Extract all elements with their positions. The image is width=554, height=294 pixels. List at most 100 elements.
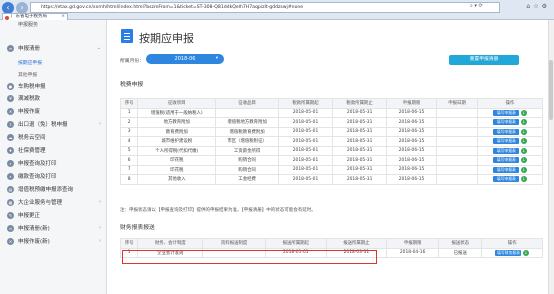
table-row: 4 城市维护建设税 市区（增值税附征） 2018-05-01 2018-05-31 201… (119, 136, 543, 147)
table-cell: 教育费附加 (137, 126, 217, 137)
table-cell: 增值税(适用于一般纳税人) (137, 107, 217, 118)
download-icon[interactable]: ↓ (520, 157, 527, 164)
sidebar-item-label: 申报更正 (18, 213, 41, 219)
highlight-box (122, 250, 377, 264)
sidebar-item-vehicle-tax[interactable]: ● 车购税申报 (0, 80, 106, 92)
sidebar-item-declaration-query[interactable]: ⌕ 申报查询及打印 (0, 157, 106, 169)
void-icon: ✕ (7, 107, 14, 115)
sidebar-item-label: 大企业服务与管理 (18, 200, 63, 206)
column-header: 资料报送制度 (202, 238, 266, 249)
download-icon[interactable]: ↓ (520, 166, 527, 173)
table-cell: 印花税 (137, 155, 217, 166)
tax-icon: ¥ (7, 94, 14, 102)
chevron-right-icon: › (99, 225, 101, 231)
chevron-right-icon: › (99, 238, 101, 244)
table-cell: 2018-06-15 (386, 107, 437, 118)
fill-declaration-button[interactable]: 填写申报表 (493, 138, 520, 145)
download-icon[interactable]: ↓ (522, 249, 529, 256)
tab-title: 广东省电子税务局 (11, 14, 47, 19)
address-tools[interactable]: ⌕ ▾ ⟳ (470, 3, 483, 9)
fill-declaration-button[interactable]: 填写申报表 (493, 166, 520, 173)
shield-icon: ♦ (7, 146, 14, 154)
sidebar-item-enterprise-service[interactable]: ▦ 大企业服务与管理 › (0, 196, 106, 208)
table-cell (215, 107, 279, 118)
download-icon[interactable]: ↓ (520, 147, 527, 154)
column-header: 征收品目 (215, 98, 279, 109)
sidebar-item-declaration-list[interactable]: ≡ 申报清册 ⌄ (0, 42, 106, 54)
table-cell: 1 (119, 107, 139, 118)
sidebar-item-label: 申报清册 (18, 46, 41, 52)
chevron-right-icon: › (99, 199, 101, 205)
table-cell: 城市维护建设税 (137, 136, 217, 147)
table-cell: 2018-06-15 (386, 136, 437, 147)
fill-declaration-button[interactable]: 填写申报表 (493, 128, 520, 135)
sidebar: 申报服务 ≡ 申报清册 ⌄ 按期应申报 其他申报 ● 车购税申报 ¥ 满减税款 … (0, 20, 107, 294)
table-cell: 个人所得税(代扣代缴) (137, 145, 217, 156)
table-cell: 2018-04-16 (386, 247, 440, 258)
table-cell: 2018-05-31 (332, 174, 388, 185)
sidebar-item-label: 满减税款 (18, 96, 41, 102)
table-cell: 2018-05-01 (277, 107, 334, 118)
sidebar-sub-scheduled[interactable]: 按期应申报 (18, 59, 42, 66)
sidebar-item-label: 出口退（免）税申报 (18, 122, 68, 128)
table-cell (435, 117, 479, 128)
table-cell: 增值税地方教育附加 (215, 117, 279, 128)
sidebar-item-export-refund[interactable]: ⇪ 出口退（免）税申报 › (0, 118, 106, 130)
table-cell: 2018-05-01 (277, 126, 334, 137)
fill-financial-report-button[interactable]: 填写财务报表 (495, 249, 522, 256)
fill-declaration-button[interactable]: 填写申报表 (493, 109, 520, 116)
fill-declaration-button[interactable]: 填写申报表 (493, 147, 520, 154)
vertical-scrollbar[interactable] (548, 20, 554, 294)
period-value: 2018-06 (174, 56, 196, 62)
download-icon[interactable]: ↓ (520, 138, 527, 145)
fill-declaration-button[interactable]: 填写申报表 (493, 176, 520, 183)
column-header: 报送所属期止 (325, 238, 388, 249)
sidebar-item-label: 车购税申报 (18, 84, 46, 90)
table-cell-actions: 填写申报表 ↓ (477, 126, 543, 137)
table-cell: 2018-05-31 (332, 164, 388, 175)
favicon-icon (5, 15, 9, 20)
sidebar-item-tax-reduction[interactable]: ¥ 满减税款 (0, 92, 106, 104)
table-cell: 2018-05-31 (332, 155, 388, 166)
download-icon[interactable]: ↓ (520, 128, 527, 135)
column-header: 操作 (477, 98, 543, 109)
sidebar-sub-other[interactable]: 其他申报 (18, 71, 37, 78)
table-cell: 2018-06-15 (386, 174, 437, 185)
browser-tab[interactable]: 广东省电子税务局 × (2, 13, 68, 20)
address-bar[interactable]: https://etax.gd.gov.cn/xxmh/html/index.h… (30, 2, 500, 13)
list-icon: ≡ (7, 224, 14, 232)
table-cell: 2018-06-15 (386, 155, 437, 166)
download-icon[interactable]: ↓ (520, 176, 527, 183)
sidebar-item-declaration-list-new[interactable]: ≡ 申报清册(新) › (0, 222, 106, 234)
download-icon[interactable]: ↓ (520, 119, 527, 126)
table-cell: 工会经费 (215, 174, 279, 185)
table-cell: 增值税教育费附加 (215, 126, 279, 137)
sidebar-item-vat-prepay[interactable]: ▤ 增值税预缴申报添查询 (0, 183, 106, 195)
browser-chrome: ‹ › https://etax.gd.gov.cn/xxmh/html/ind… (0, 0, 554, 20)
sidebar-item-social-security[interactable]: ♦ 社保费管理 (0, 144, 106, 156)
table-cell: 6 (119, 155, 139, 166)
table-cell (435, 155, 479, 166)
column-header: 税款所属期止 (332, 98, 388, 109)
table-cell: 市区（增值税附征） (215, 136, 279, 147)
table-cell: 2018-05-01 (277, 145, 334, 156)
sidebar-item-payment-query[interactable]: ⌕ 缴款查询及打印 (0, 170, 106, 182)
period-select[interactable]: 2018-06 ▾ (146, 54, 224, 64)
table-cell: 3 (119, 126, 139, 137)
column-header: 税款所属期起 (277, 98, 334, 109)
reset-declaration-list-button[interactable]: 重置申报清册 (449, 55, 519, 65)
fill-declaration-button[interactable]: 填写申报表 (493, 119, 520, 126)
sidebar-item-label: 社保费管理 (18, 148, 46, 154)
table-cell: 印花税 (137, 164, 217, 175)
scrollbar-thumb[interactable] (549, 60, 553, 120)
window-controls[interactable]: ⌂☆⚙ (526, 3, 550, 10)
sidebar-item-cloud-space[interactable]: ☁ 税务云空间 (0, 131, 106, 143)
download-icon[interactable]: ↓ (520, 109, 527, 116)
table-cell: 2018-06-15 (386, 126, 437, 137)
sidebar-item-void[interactable]: ✕ 申报作废 (0, 105, 106, 117)
table-row: 8 其他收入 工会经费 2018-05-01 2018-05-31 2018-06-15 填… (119, 174, 543, 185)
fill-declaration-button[interactable]: 填写申报表 (493, 157, 520, 164)
sidebar-item-correction[interactable]: ✎ 申报更正 (0, 209, 106, 221)
table-cell-actions: 填写申报表 ↓ (477, 107, 543, 118)
sidebar-item-void-new[interactable]: ✕ 申报作废(新) › (0, 235, 106, 247)
